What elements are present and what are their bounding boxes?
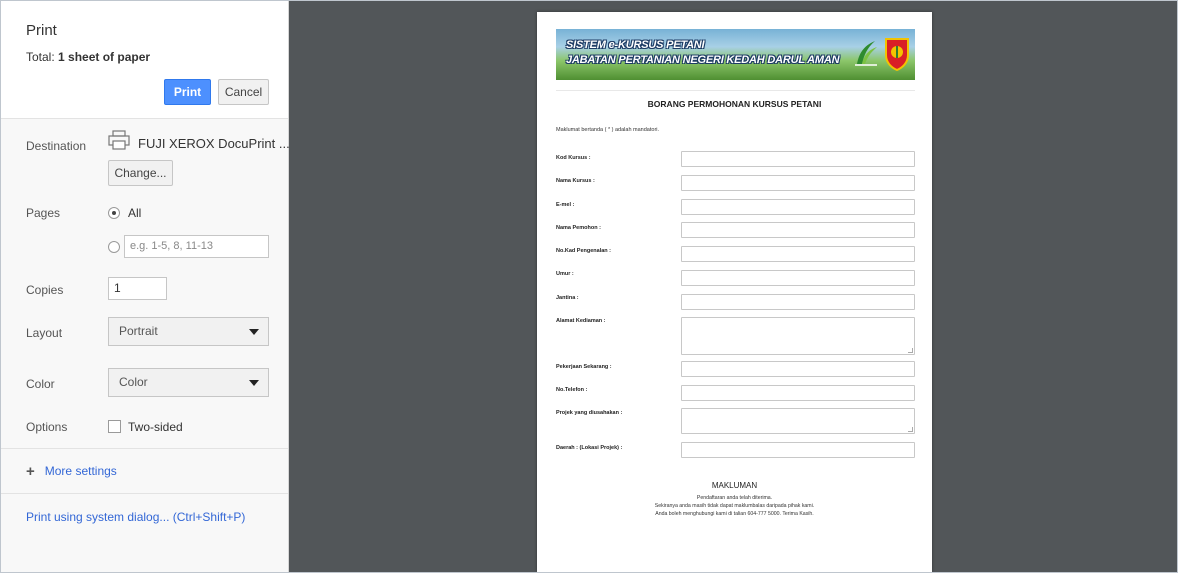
field-label-pekerjaan: Pekerjaan Sekarang : bbox=[556, 364, 612, 370]
color-value: Color bbox=[119, 375, 148, 389]
mandatory-note: Maklumat bertanda ( * ) adalah mandatori… bbox=[556, 127, 660, 133]
field-label-nama-kursus: Nama Kursus : bbox=[556, 178, 595, 184]
options-label: Options bbox=[26, 420, 68, 434]
dialog-title: Print bbox=[26, 22, 57, 39]
field-label-telefon: No.Telefon : bbox=[556, 387, 588, 393]
makluman-title: MAKLUMAN bbox=[711, 481, 758, 490]
field-label-emel: E-mel : bbox=[556, 202, 575, 208]
two-sided-label: Two-sided bbox=[128, 420, 183, 434]
preview-page: SISTEM e-KURSUS PETANI JABATAN PERTANIAN… bbox=[537, 12, 932, 572]
pages-custom-radio[interactable] bbox=[108, 241, 120, 253]
field-label-daerah: Daerah : (Lokasi Projek) : bbox=[556, 445, 623, 451]
pages-all-radio[interactable] bbox=[108, 207, 120, 219]
field-input-nama-kursus bbox=[681, 175, 915, 191]
field-input-pekerjaan bbox=[681, 361, 915, 377]
divider bbox=[1, 493, 288, 494]
destination-name: FUJI XEROX DocuPrint ... bbox=[138, 136, 290, 151]
system-dialog-link[interactable]: Print using system dialog... (Ctrl+Shift… bbox=[26, 510, 245, 524]
copies-input[interactable]: 1 bbox=[108, 277, 167, 300]
field-input-no-kad bbox=[681, 246, 915, 262]
resize-handle-icon bbox=[908, 427, 913, 432]
plus-icon: + bbox=[26, 463, 35, 480]
print-header: Print Total: 1 sheet of paper Print Canc… bbox=[1, 1, 288, 119]
banner-subtitle: JABATAN PERTANIAN NEGERI KEDAH DARUL AMA… bbox=[566, 54, 840, 66]
banner-title: SISTEM e-KURSUS PETANI bbox=[566, 39, 705, 51]
total-prefix: Total: bbox=[26, 50, 55, 64]
print-button[interactable]: Print bbox=[164, 79, 211, 105]
field-label-kod-kursus: Kod Kursus : bbox=[556, 155, 591, 161]
sheet-total: Total: 1 sheet of paper bbox=[26, 50, 150, 64]
more-settings-label: More settings bbox=[44, 464, 117, 478]
pages-all-label: All bbox=[128, 206, 142, 220]
field-input-daerah bbox=[681, 442, 915, 458]
field-label-projek: Projek yang diusahakan : bbox=[556, 410, 623, 416]
change-destination-button[interactable]: Change... bbox=[108, 160, 173, 186]
color-label: Color bbox=[26, 377, 55, 391]
field-label-jantina: Jantina : bbox=[556, 295, 579, 301]
field-input-kod-kursus bbox=[681, 151, 915, 167]
total-value: 1 sheet of paper bbox=[58, 50, 151, 64]
field-input-jantina bbox=[681, 294, 915, 310]
pages-label: Pages bbox=[26, 206, 61, 220]
printer-icon bbox=[108, 130, 130, 150]
makluman-line: Pendaftaran anda telah diterima. bbox=[696, 495, 773, 501]
kedah-emblem-icon bbox=[885, 38, 909, 71]
more-settings-link[interactable]: + More settings bbox=[26, 463, 117, 480]
field-input-nama-pemohon bbox=[681, 222, 915, 238]
print-preview-area: SISTEM e-KURSUS PETANI JABATAN PERTANIAN… bbox=[289, 1, 1177, 572]
field-input-alamat bbox=[681, 317, 915, 355]
copies-label: Copies bbox=[26, 283, 64, 297]
cancel-button[interactable]: Cancel bbox=[218, 79, 269, 105]
pages-range-input[interactable]: e.g. 1-5, 8, 11-13 bbox=[124, 235, 269, 258]
header-rule bbox=[556, 90, 915, 91]
print-dialog-window: Print Total: 1 sheet of paper Print Canc… bbox=[0, 0, 1178, 573]
makluman-line: Anda boleh menghubungi kami di talian 60… bbox=[655, 511, 814, 517]
print-settings-sidebar: Print Total: 1 sheet of paper Print Canc… bbox=[1, 1, 290, 572]
field-label-no-kad: No.Kad Pengenalan : bbox=[556, 248, 612, 254]
layout-value: Portrait bbox=[119, 324, 158, 338]
header-banner: SISTEM e-KURSUS PETANI JABATAN PERTANIAN… bbox=[556, 29, 915, 80]
form-title: BORANG PERMOHONAN KURSUS PETANI bbox=[647, 99, 822, 109]
makluman-line: Sekiranya anda masih tidak dapat maklumb… bbox=[654, 503, 815, 509]
field-label-alamat: Alamat Kediaman : bbox=[556, 318, 606, 324]
agriculture-logo-icon bbox=[855, 41, 877, 66]
field-label-nama-pemohon: Nama Pemohon : bbox=[556, 225, 601, 231]
destination-label: Destination bbox=[26, 139, 87, 153]
field-label-umur: Umur : bbox=[556, 271, 574, 277]
field-input-telefon bbox=[681, 385, 915, 401]
color-select[interactable]: Color bbox=[108, 368, 269, 397]
layout-select[interactable]: Portrait bbox=[108, 317, 269, 346]
two-sided-checkbox[interactable] bbox=[108, 420, 121, 433]
divider bbox=[1, 448, 288, 449]
chevron-down-icon bbox=[249, 380, 259, 386]
field-input-emel bbox=[681, 199, 915, 215]
field-input-projek bbox=[681, 408, 915, 434]
field-input-umur bbox=[681, 270, 915, 286]
chevron-down-icon bbox=[249, 329, 259, 335]
layout-label: Layout bbox=[26, 326, 63, 340]
resize-handle-icon bbox=[908, 348, 913, 353]
